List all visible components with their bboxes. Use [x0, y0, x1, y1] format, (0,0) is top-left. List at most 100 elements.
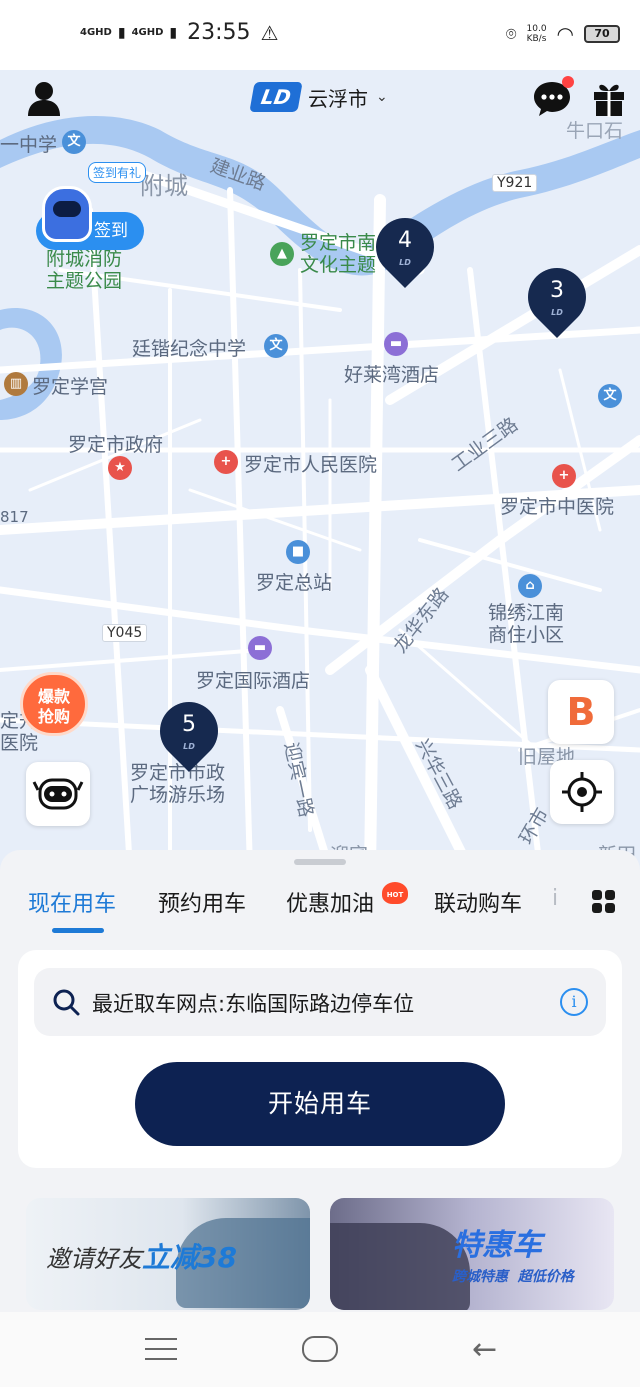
map-label-817: 817 [0, 508, 29, 526]
status-left: 4GHD ▮ 4GHD ▮ 23:55 ⚠ [80, 20, 278, 45]
map-label-park: 附城消防 主题公园 [46, 248, 123, 292]
home-icon[interactable] [302, 1336, 338, 1362]
hospital-icon: + [214, 450, 238, 474]
flash-sale-label: 爆款 抢购 [37, 687, 70, 726]
map-road-tag-y921: Y921 [492, 174, 538, 192]
vehicle-cluster-pin[interactable]: 3 LD [515, 255, 599, 339]
unread-dot [562, 76, 574, 88]
hospital-icon: + [552, 464, 576, 488]
clock: 23:55 [187, 20, 251, 45]
top-header: LD 云浮市 ⌄ [0, 70, 640, 130]
brand-b-icon[interactable]: B [548, 680, 614, 744]
government-icon: ★ [108, 456, 132, 480]
vehicle-cluster-pin[interactable]: 4 LD [363, 205, 447, 289]
map-label-gov: 罗定市政府 [68, 434, 164, 456]
pin-logo-icon: LD [551, 308, 563, 317]
map-label-residence: 锦绣江南 商住小区 [488, 602, 565, 646]
cluster-count: 5 [182, 712, 196, 737]
city-selector[interactable]: LD 云浮市 ⌄ [249, 82, 388, 112]
start-rental-button[interactable]: 开始用车 [135, 1062, 505, 1146]
gift-icon[interactable] [592, 78, 626, 118]
deal-title: 特惠车 [452, 1228, 542, 1263]
service-tabs: 现在用车 预约用车 优惠加油 HOT 联动购车 i [0, 882, 640, 936]
grid-icon[interactable] [592, 890, 616, 914]
network-speed-value: 10.0 [526, 24, 547, 34]
banner-car-image [330, 1223, 470, 1310]
wifi-icon: ◠ [556, 22, 574, 46]
back-icon[interactable]: ← [472, 1332, 497, 1367]
active-tab-indicator [52, 928, 104, 933]
tab-buy-car[interactable]: 联动购车 [434, 886, 522, 918]
map-label-hospital2: 罗定市中医院 [500, 496, 615, 518]
hotel-icon: ▬ [248, 636, 272, 660]
invite-friend-banner[interactable]: 邀请好友立减38 [26, 1198, 310, 1310]
flash-sale-badge[interactable]: 爆款 抢购 [20, 672, 88, 736]
pin-logo-icon: LD [183, 742, 195, 751]
tab-rent-now[interactable]: 现在用车 [28, 886, 116, 918]
system-nav-bar: ← [0, 1312, 640, 1387]
invite-banner-text: 邀请好友立减38 [46, 1236, 237, 1276]
map-label-school3: 罗定学宫 [32, 376, 109, 398]
school-icon: 文 [264, 334, 288, 358]
sheet-drag-handle[interactable] [294, 859, 346, 865]
map-label-station: 罗定总站 [256, 572, 333, 594]
hot-badge: HOT [382, 882, 408, 904]
grid-cell [605, 890, 615, 900]
network-speed-unit: KB/s [526, 34, 547, 44]
grid-cell [592, 890, 602, 900]
map-road-tag-y045: Y045 [102, 624, 148, 642]
map-label-school2: 廷锴纪念中学 [132, 338, 247, 360]
map-label-hotel2: 罗定国际酒店 [196, 670, 311, 692]
rent-card: 最近取车网点:东临国际路边停车位 i 开始用车 [18, 950, 622, 1168]
map-label-hospital1: 罗定市人民医院 [244, 454, 378, 476]
map-view[interactable]: 一中学 文 附城 建业路 牛口石 Y921 附城消防 主题公园 ▲ 罗定市南 文… [0, 70, 640, 870]
hotel-icon: ▬ [384, 332, 408, 356]
pickup-search-bar[interactable]: 最近取车网点:东临国际路边停车位 i [34, 968, 606, 1036]
robot-mascot-icon [42, 186, 92, 242]
info-icon[interactable]: i [560, 988, 588, 1016]
city-name: 云浮市 [308, 86, 368, 111]
school-icon: 文 [62, 130, 86, 154]
map-label-hotel1: 好莱湾酒店 [344, 364, 440, 386]
signal-bars-icon: ▮ [117, 24, 126, 41]
location-status-icon: ⌾ [505, 23, 517, 45]
cluster-count: 4 [398, 228, 412, 253]
deal-subtitle: 跨城特惠 超低价格 [452, 1269, 574, 1285]
checkin-button[interactable]: 签到有礼 签到 [36, 162, 147, 250]
cluster-count: 3 [550, 278, 564, 303]
status-right: ⌾ 10.0 KB/s ◠ 70 [506, 22, 620, 46]
menu-icon[interactable] [145, 1338, 177, 1360]
pin-logo-icon: LD [399, 258, 411, 267]
special-deal-banner[interactable]: 特惠车 跨城特惠 超低价格 [330, 1198, 614, 1310]
map-label-culture-park: 罗定市南 文化主题 [300, 232, 377, 276]
signal-indicator-2: 4GHD [131, 26, 164, 38]
network-speed: 10.0 KB/s [527, 24, 547, 44]
chevron-down-icon: ⌄ [376, 89, 388, 105]
locate-icon[interactable] [550, 760, 614, 824]
museum-icon: ▥ [4, 372, 28, 396]
park-icon: ▲ [270, 242, 294, 266]
tab-reserve[interactable]: 预约用车 [158, 886, 246, 918]
message-icon[interactable] [532, 76, 574, 118]
bus-station-icon: ■ [286, 540, 310, 564]
tab-overflow: i [552, 886, 559, 911]
map-label-school1: 一中学 [0, 134, 58, 156]
brand-logo: LD [249, 82, 303, 112]
signal-bars-icon: ▮ [169, 24, 178, 41]
grid-cell [605, 903, 615, 913]
vehicle-cluster-pin[interactable]: 5 LD [147, 689, 231, 773]
status-bar: 4GHD ▮ 4GHD ▮ 23:55 ⚠ ⌾ 10.0 KB/s ◠ 70 [0, 0, 640, 70]
signal-indicator-1: 4GHD [80, 26, 112, 38]
battery-indicator: 70 [584, 25, 620, 43]
customer-service-icon[interactable] [26, 762, 90, 826]
checkin-reward-tag: 签到有礼 [88, 162, 147, 183]
residence-icon: ⌂ [518, 574, 542, 598]
user-icon[interactable] [24, 78, 64, 118]
grid-cell [592, 903, 602, 913]
school-icon: 文 [598, 384, 622, 408]
bottom-sheet: 现在用车 预约用车 优惠加油 HOT 联动购车 i 最近取车网点:东临国际路边停… [0, 850, 640, 1312]
tab-fuel-discount[interactable]: 优惠加油 [286, 886, 374, 918]
map-label-town: 附城 [140, 172, 188, 200]
pickup-location-text: 最近取车网点:东临国际路边停车位 [92, 992, 415, 1016]
invite-discount: 立减38 [142, 1241, 237, 1274]
